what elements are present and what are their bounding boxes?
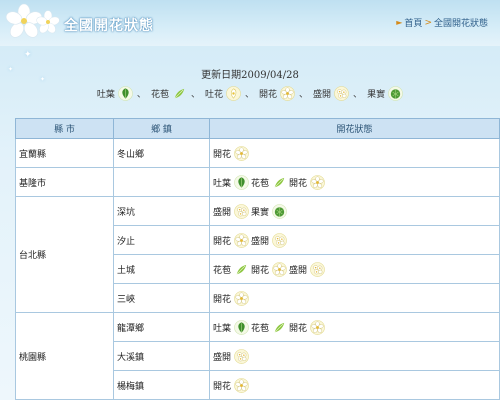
sprout-flower-icon — [226, 86, 241, 101]
leaf-icon — [118, 86, 133, 101]
status-cell: 吐葉 花苞 開花 — [209, 312, 500, 342]
legend-item: 盛開 — [313, 86, 349, 101]
status-cell: 開花 — [209, 370, 500, 400]
county-cell: 台北縣 — [15, 196, 114, 313]
status-label: 盛開 — [251, 236, 270, 247]
status-cell: 盛開 果實 — [209, 196, 500, 226]
breadcrumb-separator: > — [424, 17, 432, 28]
status-legend: 吐葉 、花苞 、吐花 、開花 、盛開 、果實 — [0, 86, 500, 101]
column-header-town: 鄉 鎮 — [113, 118, 210, 139]
legend-label: 花苞 — [150, 90, 169, 100]
status-label: 吐葉 — [213, 178, 232, 189]
status-label: 花苞 — [213, 265, 232, 276]
status-label: 盛開 — [289, 265, 308, 276]
fruit-icon — [388, 86, 403, 101]
leaf-icon — [234, 174, 249, 190]
breadcrumb-home-link[interactable]: 首頁 — [404, 16, 422, 29]
legend-item: 吐葉 — [97, 86, 133, 101]
status-label: 開花 — [213, 294, 232, 305]
legend-label: 果實 — [367, 90, 386, 100]
town-cell: 楊梅鎮 — [113, 370, 210, 400]
bloom-status-table: 縣 市 鄉 鎮 開花狀態 宜蘭縣 冬山鄉 開花 基隆市 吐葉 花苞 開花 台北縣 深坑盛… — [15, 118, 500, 400]
tung-flower-logo-icon — [5, 3, 60, 38]
status-cell: 花苞 開花 盛開 — [209, 254, 500, 284]
page-title: 全國開花狀態 — [64, 18, 154, 34]
legend-label: 開花 — [259, 90, 278, 100]
status-cell: 開花 盛開 — [209, 225, 500, 255]
leaf-icon — [234, 319, 249, 335]
update-date: 更新日期2009/04/28 — [201, 70, 299, 81]
legend-label: 吐花 — [204, 90, 223, 100]
full-bloom-icon — [334, 86, 349, 101]
blossom-icon — [234, 290, 249, 306]
town-cell: 龍潭鄉 — [113, 312, 210, 342]
legend-separator: 、 — [244, 90, 254, 100]
table-row: 基隆市 吐葉 花苞 開花 — [15, 167, 500, 197]
town-cell — [113, 167, 210, 197]
full-bloom-icon — [234, 203, 249, 219]
blossom-icon — [234, 377, 249, 393]
blossom-icon — [234, 145, 249, 161]
status-cell: 開花 — [209, 138, 500, 168]
status-label: 吐葉 — [213, 323, 232, 334]
status-label: 盛開 — [213, 352, 232, 363]
legend-item: 吐花 — [205, 86, 241, 101]
breadcrumb-current: 全國開花狀態 — [433, 19, 488, 29]
bud-icon — [272, 175, 287, 190]
status-label: 開花 — [289, 178, 308, 189]
bud-icon — [234, 262, 249, 277]
blossom-icon — [280, 86, 295, 101]
blossom-icon — [272, 261, 287, 277]
sparkle-icon: ✦ — [24, 50, 32, 60]
legend-item: 果實 — [367, 86, 403, 101]
status-label: 開花 — [213, 236, 232, 247]
town-cell: 土城 — [113, 254, 210, 284]
status-label: 盛開 — [213, 207, 232, 218]
status-cell: 吐葉 花苞 開花 — [209, 167, 500, 197]
full-bloom-icon — [234, 348, 249, 364]
county-cell: 基隆市 — [15, 167, 114, 197]
table-row: 桃園縣 龍潭鄉 吐葉 花苞 開花 — [15, 312, 500, 400]
bud-icon — [272, 320, 287, 335]
status-label: 開花 — [251, 265, 270, 276]
full-bloom-icon — [310, 261, 325, 277]
breadcrumb: ► 首頁 > 全國開花狀態 — [396, 16, 488, 30]
legend-separator: 、 — [353, 90, 363, 100]
fruit-icon — [272, 203, 287, 219]
column-header-county: 縣 市 — [15, 118, 114, 139]
status-cell: 盛開 — [209, 341, 500, 371]
legend-separator: 、 — [190, 90, 200, 100]
status-label: 果實 — [251, 207, 270, 218]
blossom-icon — [310, 174, 325, 190]
legend-label: 盛開 — [313, 90, 332, 100]
status-label: 花苞 — [251, 178, 270, 189]
full-bloom-icon — [272, 232, 287, 248]
county-cell: 桃園縣 — [15, 312, 114, 400]
county-cell: 宜蘭縣 — [15, 138, 114, 168]
header-banner: 全國開花狀態 ► 首頁 > 全國開花狀態 — [0, 0, 500, 46]
town-cell: 三峽 — [113, 283, 210, 313]
column-header-status: 開花狀態 — [209, 118, 500, 139]
town-cell: 深坑 — [113, 196, 210, 226]
status-cell: 開花 — [209, 283, 500, 313]
legend-item: 開花 — [259, 86, 295, 101]
legend-separator: 、 — [299, 90, 309, 100]
table-header-row: 縣 市 鄉 鎮 開花狀態 — [15, 118, 500, 139]
status-label: 花苞 — [251, 323, 270, 334]
table-row: 宜蘭縣 冬山鄉 開花 — [15, 138, 500, 168]
table-row: 台北縣 深坑 盛開 果實 — [15, 196, 500, 313]
blossom-icon — [310, 319, 325, 335]
bud-icon — [172, 86, 187, 101]
status-label: 開花 — [213, 149, 232, 160]
blossom-icon — [234, 232, 249, 248]
breadcrumb-arrow-icon: ► — [396, 18, 403, 27]
legend-label: 吐葉 — [96, 90, 115, 100]
town-cell: 冬山鄉 — [113, 138, 210, 168]
status-label: 開花 — [289, 323, 308, 334]
town-cell: 汐止 — [113, 225, 210, 255]
legend-item: 花苞 — [151, 86, 187, 101]
town-cell: 大溪鎮 — [113, 341, 210, 371]
status-label: 開花 — [213, 381, 232, 392]
legend-separator: 、 — [136, 90, 146, 100]
